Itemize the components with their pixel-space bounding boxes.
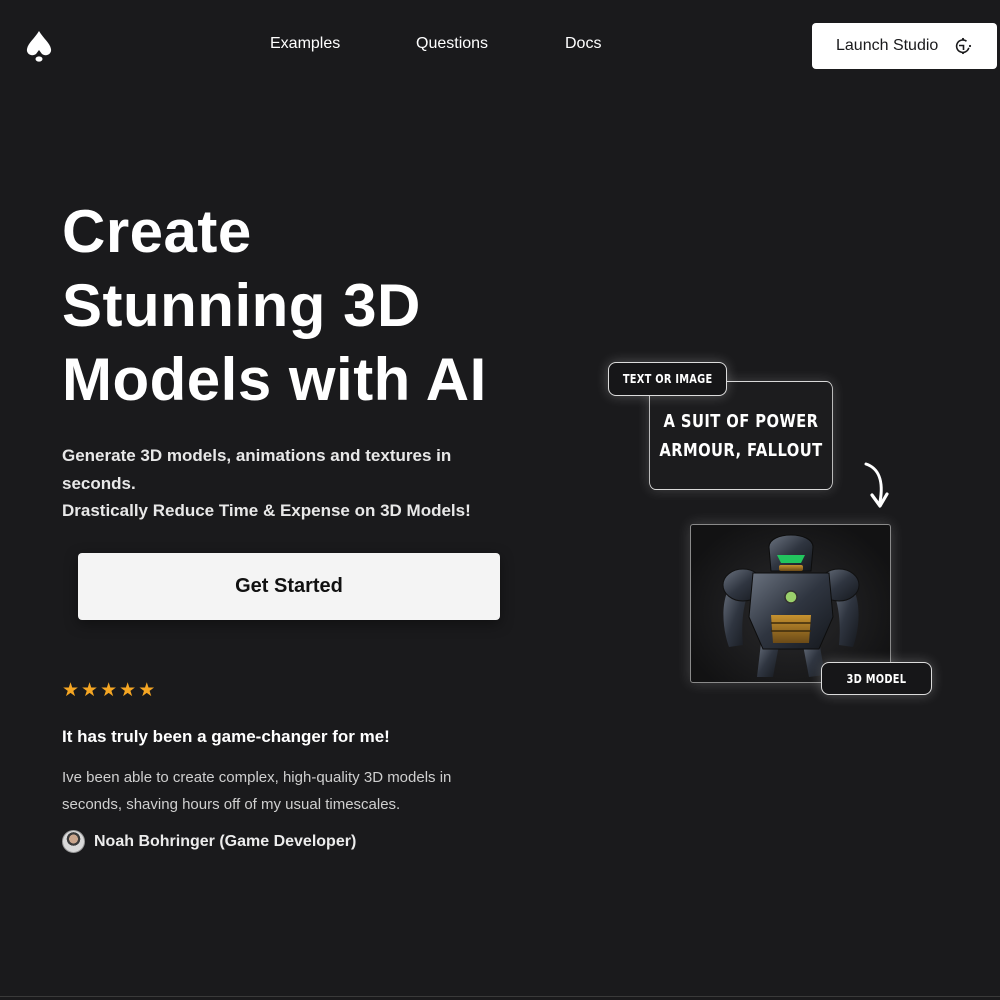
- nav-link-docs[interactable]: Docs: [565, 35, 601, 53]
- output-tag-label: 3D MODEL: [846, 671, 907, 686]
- hero-title-line: Models with AI: [62, 346, 487, 413]
- star-icon: ★: [81, 680, 99, 701]
- star-icon: ★: [138, 680, 156, 701]
- prompt-line: ARMOUR, FALLOUT: [659, 439, 823, 461]
- get-started-button[interactable]: Get Started: [78, 553, 500, 620]
- hero-subtitle-line: Drastically Reduce Time & Expense on 3D …: [62, 501, 471, 520]
- output-tag: 3D MODEL: [821, 662, 932, 695]
- star-icon: ★: [100, 680, 118, 701]
- logo-icon[interactable]: [24, 30, 54, 62]
- testimonial-body-line: Ive been able to create complex, high-qu…: [62, 769, 452, 786]
- testimonial-author: Noah Bohringer (Game Developer): [62, 830, 356, 853]
- input-tag: TEXT OR IMAGE: [608, 362, 727, 396]
- curved-arrow-icon: [864, 462, 889, 508]
- hero-subtitle-line: Generate 3D models, animations and textu…: [62, 446, 452, 465]
- model-preview: [690, 524, 891, 683]
- prompt-line: A SUIT OF POWER: [663, 410, 819, 432]
- hero-title-line: Stunning 3D: [62, 272, 421, 339]
- launch-studio-label: Launch Studio: [836, 37, 939, 54]
- hero-title-line: Create: [62, 198, 252, 265]
- nav-link-questions[interactable]: Questions: [416, 35, 488, 53]
- author-name: Noah Bohringer (Game Developer): [94, 832, 357, 850]
- star-icon: ★: [119, 680, 137, 701]
- prompt-card: A SUIT OF POWER ARMOUR, FALLOUT: [649, 381, 833, 490]
- testimonial-title: It has truly been a game-changer for me!: [62, 727, 390, 746]
- nav-link-examples[interactable]: Examples: [270, 35, 340, 53]
- hero-title: Create Stunning 3D Models with AI: [62, 195, 562, 417]
- hero-subtitle: Generate 3D models, animations and textu…: [62, 442, 512, 525]
- testimonial-body: Ive been able to create complex, high-qu…: [62, 764, 502, 818]
- launch-studio-button[interactable]: Launch Studio: [812, 23, 997, 69]
- launch-icon: [955, 37, 972, 55]
- input-tag-label: TEXT OR IMAGE: [622, 372, 713, 386]
- power-armor-model-image: [722, 534, 860, 677]
- hero-subtitle-line: seconds.: [62, 473, 136, 493]
- avatar: [62, 830, 85, 853]
- testimonial-body-line: seconds, shaving hours off of my usual t…: [62, 796, 401, 813]
- rating-stars: ★ ★ ★ ★ ★: [62, 680, 155, 702]
- star-icon: ★: [62, 680, 80, 701]
- divider: [0, 996, 1000, 997]
